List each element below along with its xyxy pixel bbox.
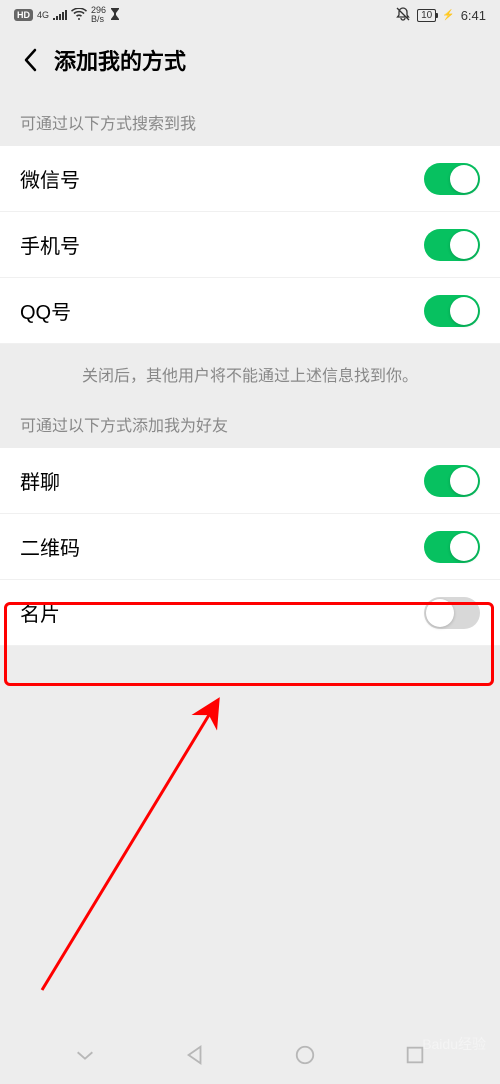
clock-time: 6:41 xyxy=(461,8,486,23)
nav-home-icon[interactable] xyxy=(294,1044,316,1071)
hourglass-icon xyxy=(110,8,120,23)
battery-indicator: 10 xyxy=(417,9,436,22)
network-4g: 4G xyxy=(37,10,49,20)
row-wechat-id: 微信号 xyxy=(0,146,500,212)
mute-icon xyxy=(395,6,411,25)
row-qq: QQ号 xyxy=(0,278,500,344)
row-name-card: 名片 xyxy=(0,580,500,646)
label-qr-code: 二维码 xyxy=(20,532,80,561)
section-header-search: 可通过以下方式搜索到我 xyxy=(0,90,500,146)
speed-indicator: 296 B/s xyxy=(91,6,106,24)
status-bar: HD 4G 296 B/s 10 ⚡ 6:41 xyxy=(0,0,500,30)
row-qr-code: 二维码 xyxy=(0,514,500,580)
watermark: Baidu经验 xyxy=(422,1034,486,1054)
signal-icon xyxy=(53,8,67,23)
label-wechat-id: 微信号 xyxy=(20,164,80,193)
back-button[interactable] xyxy=(16,46,44,74)
toggle-wechat-id[interactable] xyxy=(424,163,480,195)
label-name-card: 名片 xyxy=(20,598,60,627)
page-title: 添加我的方式 xyxy=(54,44,186,76)
wifi-icon xyxy=(71,8,87,23)
label-phone: 手机号 xyxy=(20,230,80,259)
status-left: HD 4G 296 B/s xyxy=(14,6,120,24)
toggle-group-chat[interactable] xyxy=(424,465,480,497)
label-qq: QQ号 xyxy=(20,296,71,325)
row-phone: 手机号 xyxy=(0,212,500,278)
charging-icon: ⚡ xyxy=(442,10,454,21)
nav-hide-icon[interactable] xyxy=(74,1044,96,1071)
nav-back-icon[interactable] xyxy=(184,1044,206,1071)
status-right: 10 ⚡ 6:41 xyxy=(395,6,486,25)
label-group-chat: 群聊 xyxy=(20,466,60,495)
toggle-qr-code[interactable] xyxy=(424,531,480,563)
row-group-chat: 群聊 xyxy=(0,448,500,514)
toggle-phone[interactable] xyxy=(424,229,480,261)
annotation-arrow xyxy=(32,660,232,1000)
section-header-add: 可通过以下方式添加我为好友 xyxy=(0,404,500,448)
toggle-qq[interactable] xyxy=(424,295,480,327)
nav-bar: 添加我的方式 xyxy=(0,30,500,90)
hint-search-off: 关闭后，其他用户将不能通过上述信息找到你。 xyxy=(0,344,500,404)
toggle-name-card[interactable] xyxy=(424,597,480,629)
hd-badge: HD xyxy=(14,9,33,21)
